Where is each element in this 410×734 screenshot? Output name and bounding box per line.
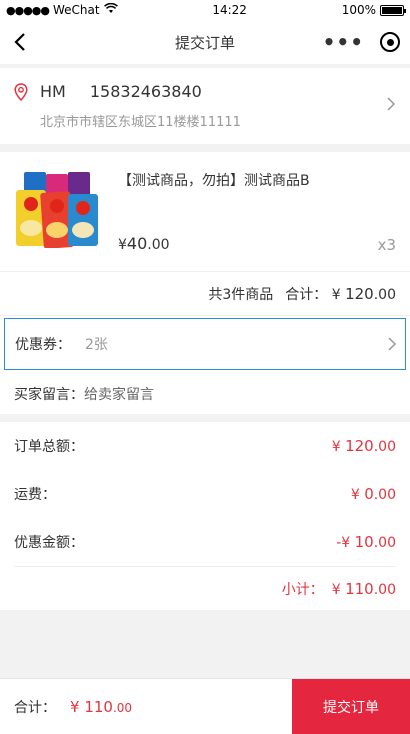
back-button[interactable] bbox=[6, 28, 34, 56]
address-card[interactable]: HM 15832463840 北京市市辖区东城区11楼楼11111 bbox=[0, 68, 410, 144]
amount-decimal: .00 bbox=[373, 535, 396, 551]
status-right: 100% bbox=[341, 3, 406, 17]
status-time: 14:22 bbox=[212, 3, 247, 17]
currency-symbol: ¥ bbox=[350, 487, 360, 503]
order-total-value: ¥ 120.00 bbox=[332, 437, 396, 455]
summary-total-symbol: ¥ bbox=[331, 286, 341, 303]
address-detail: 北京市市辖区东城区11楼楼11111 bbox=[40, 115, 241, 130]
target-icon[interactable] bbox=[380, 32, 400, 52]
amount-integer: 0 bbox=[364, 485, 374, 503]
message-label: 买家留言： bbox=[14, 387, 84, 403]
mini-program-capsule: ••• bbox=[323, 27, 400, 57]
amount-integer: 110 bbox=[345, 579, 374, 598]
amount-decimal: .00 bbox=[112, 700, 133, 715]
chevron-right-icon bbox=[388, 337, 397, 351]
shipping-row: 运费： ¥ 0.00 bbox=[14, 470, 396, 518]
address-contact: HM 15832463840 bbox=[14, 82, 396, 101]
product-item[interactable]: 【测试商品，勿拍】测试商品B ¥40.00 x3 bbox=[0, 152, 410, 272]
buyer-message[interactable]: 买家留言： 给卖家留言 bbox=[0, 374, 410, 414]
bottom-total: 合计： ¥ 110.00 bbox=[0, 679, 292, 734]
page-title: 提交订单 bbox=[174, 33, 235, 52]
product-price: ¥40.00 bbox=[118, 234, 170, 253]
subtotal-row: 小计： ¥ 110.00 bbox=[14, 566, 396, 610]
signal-icon: ●●●●● bbox=[6, 3, 50, 17]
wifi-icon bbox=[103, 2, 118, 17]
order-total-label: 订单总额： bbox=[14, 439, 84, 455]
price-breakdown: 订单总额： ¥ 120.00 运费： ¥ 0.00 优惠金额： -¥ 10.00… bbox=[0, 422, 410, 610]
battery-icon bbox=[380, 4, 406, 16]
amount-decimal: .00 bbox=[373, 439, 396, 455]
bottom-total-label: 合计： bbox=[14, 699, 56, 716]
submit-order-button[interactable]: 提交订单 bbox=[292, 679, 410, 734]
summary-total-label: 合计： bbox=[285, 286, 328, 303]
more-dots-icon[interactable]: ••• bbox=[323, 32, 364, 52]
recipient-name: HM bbox=[40, 82, 66, 101]
divider bbox=[0, 414, 410, 422]
amount-decimal: .00 bbox=[373, 487, 396, 503]
bottom-total-value: ¥ 110.00 bbox=[70, 698, 132, 716]
nav-bar: 提交订单 ••• bbox=[0, 20, 410, 64]
discount-row: 优惠金额： -¥ 10.00 bbox=[14, 518, 396, 566]
amount-integer: 120 bbox=[345, 437, 374, 455]
recipient-phone: 15832463840 bbox=[89, 82, 202, 101]
product-image bbox=[16, 172, 98, 248]
coupon-count: 2张 bbox=[85, 337, 108, 353]
summary-total-integer: 120 bbox=[345, 284, 374, 303]
battery-percent: 100% bbox=[341, 3, 376, 17]
price-decimal: .00 bbox=[147, 237, 170, 253]
currency-symbol: ¥ bbox=[331, 581, 341, 598]
location-pin-icon bbox=[14, 82, 28, 101]
status-left: ●●●●● WeChat bbox=[6, 2, 118, 17]
status-bar: ●●●●● WeChat 14:22 100% bbox=[0, 0, 410, 20]
shipping-label: 运费： bbox=[14, 487, 56, 503]
bottom-bar: 合计： ¥ 110.00 提交订单 bbox=[0, 678, 410, 734]
discount-label: 优惠金额： bbox=[14, 535, 84, 551]
back-arrow-icon bbox=[14, 33, 25, 51]
coupon-label: 优惠券： bbox=[15, 337, 71, 353]
summary-total: 合计： ¥ 120.00 bbox=[285, 284, 396, 304]
price-integer: 40 bbox=[126, 234, 148, 253]
subtotal-value: ¥ 110.00 bbox=[332, 580, 396, 598]
carrier-name: WeChat bbox=[53, 3, 100, 17]
amount-integer: 10 bbox=[354, 533, 374, 551]
currency-symbol: ¥ bbox=[331, 439, 341, 455]
price-symbol: ¥ bbox=[118, 237, 127, 253]
divider bbox=[0, 144, 410, 152]
summary-total-decimal: .00 bbox=[373, 286, 396, 303]
order-total-row: 订单总额： ¥ 120.00 bbox=[14, 422, 396, 470]
coupon-wrapper: 优惠券： 2张 bbox=[0, 316, 410, 374]
product-quantity: x3 bbox=[377, 236, 396, 254]
subtotal-label: 小计： bbox=[281, 581, 324, 598]
chevron-right-icon bbox=[387, 97, 396, 111]
item-count: 共3件商品 bbox=[208, 286, 274, 303]
message-input[interactable]: 给卖家留言 bbox=[84, 384, 154, 404]
order-summary: 共3件商品 合计： ¥ 120.00 bbox=[0, 272, 410, 316]
product-title: 【测试商品，勿拍】测试商品B bbox=[118, 173, 310, 189]
amount-integer: 110 bbox=[84, 697, 113, 716]
discount-value: -¥ 10.00 bbox=[336, 533, 396, 551]
currency-symbol: ¥ bbox=[70, 697, 80, 716]
shipping-value: ¥ 0.00 bbox=[351, 485, 396, 503]
coupon-selector[interactable]: 优惠券： 2张 bbox=[4, 318, 406, 370]
amount-decimal: .00 bbox=[373, 581, 396, 598]
currency-symbol: -¥ bbox=[336, 535, 351, 551]
